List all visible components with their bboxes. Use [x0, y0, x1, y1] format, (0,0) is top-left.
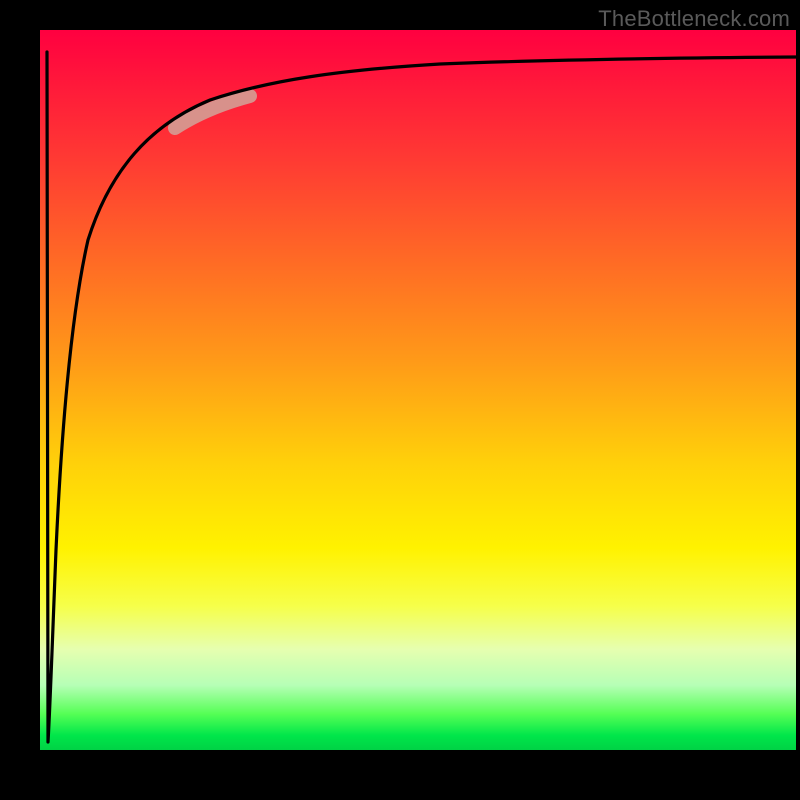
chart-container: TheBottleneck.com: [0, 0, 800, 800]
plot-area: [40, 30, 796, 750]
watermark-text: TheBottleneck.com: [598, 6, 790, 32]
curve-layer: [40, 30, 796, 750]
bottleneck-curve: [47, 52, 796, 742]
